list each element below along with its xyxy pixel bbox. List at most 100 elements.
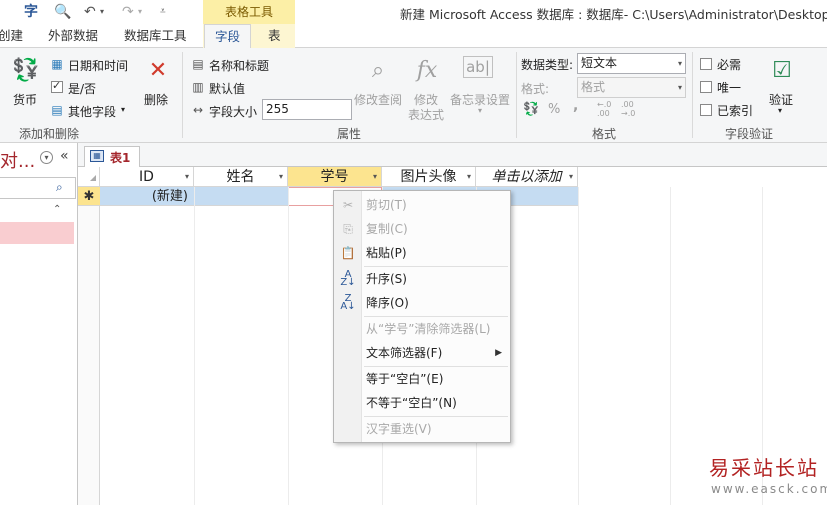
nav-search-input[interactable]: ⌕ — [0, 177, 76, 199]
delete-button[interactable]: 删除 — [144, 91, 168, 108]
indexed-checkbox[interactable] — [700, 104, 712, 116]
search-icon[interactable]: ⌕ — [56, 180, 63, 195]
format-select[interactable]: 格式 ▾ — [577, 77, 686, 98]
column-header-id[interactable]: ID ▾ — [100, 167, 194, 187]
menu-item-label: 降序(O) — [366, 296, 409, 310]
field-size-icon: ↔ — [192, 103, 204, 117]
column-header-name[interactable]: 姓名 ▾ — [194, 167, 288, 187]
group-label-add-delete: 添加和删除 — [19, 127, 80, 141]
chevron-down-icon[interactable]: ▾ — [569, 167, 573, 187]
column-header-student-no[interactable]: 学号 ▾ — [288, 167, 382, 187]
menu-separator — [364, 266, 508, 267]
field-size-label: 字段大小 — [209, 105, 258, 119]
increase-decimals-icon[interactable]: ←.0.00 — [597, 100, 611, 118]
more-fields-icon: ▤ — [51, 103, 63, 117]
modify-lookups-button[interactable]: 修改查阅 — [354, 91, 402, 108]
sort-ascending-icon: A Z↓ — [340, 269, 356, 288]
validation-dropdown-icon[interactable]: ▾ — [778, 106, 782, 115]
modify-expression-line2[interactable]: 表达式 — [408, 106, 444, 123]
menu-item-label: 等于“空白”(E) — [366, 372, 444, 386]
undo-dropdown-icon[interactable]: ▾ — [100, 2, 104, 22]
customize-qat-icon[interactable]: ⩡ — [160, 2, 166, 22]
navigation-pane: 对... ▾ « ⌕ ⌃ — [0, 143, 78, 505]
print-preview-icon[interactable]: 🔍 — [54, 2, 71, 22]
chevron-down-icon[interactable]: ▾ — [185, 167, 189, 187]
yesno-icon — [51, 79, 63, 93]
column-header-add[interactable]: 单击以添加 ▾ — [476, 167, 578, 187]
watermark-title: 易采站长站 — [709, 456, 819, 480]
data-type-value: 短文本 — [581, 56, 618, 70]
collapse-pane-icon[interactable]: « — [60, 148, 69, 164]
field-size-input[interactable]: 255 — [262, 99, 352, 120]
redo-dropdown-icon[interactable]: ▾ — [138, 2, 142, 22]
window-title: 新建 Microsoft Access 数据库 : 数据库- C:\Users\… — [400, 7, 827, 22]
menu-item-equals-blank[interactable]: 等于“空白”(E) — [334, 368, 510, 390]
menu-item-sort-ascending[interactable]: A Z↓ 升序(S) — [334, 268, 510, 290]
spelling-icon[interactable]: 字 — [24, 2, 38, 22]
menu-item-not-equals-blank[interactable]: 不等于“空白”(N) — [334, 392, 510, 414]
data-type-label: 数据类型: — [521, 58, 574, 72]
group-label-formatting: 格式 — [592, 127, 617, 141]
nav-pane-title[interactable]: 对... — [0, 147, 35, 173]
tab-fields[interactable]: 字段 — [204, 24, 252, 49]
menu-item-label: 文本筛选器(F) — [366, 346, 443, 360]
comma-button[interactable]: , — [573, 98, 578, 114]
undo-icon[interactable]: ↶ — [84, 2, 96, 22]
menu-item-copy[interactable]: ⎘ 复制(C) — [334, 218, 510, 240]
select-all-corner[interactable] — [78, 167, 100, 187]
yesno-button[interactable]: 是/否 — [68, 80, 96, 97]
tab-external-data[interactable]: 外部数据 — [48, 24, 98, 48]
grid-line — [194, 187, 195, 505]
datetime-button[interactable]: 日期和时间 — [68, 57, 128, 74]
chevron-down-icon[interactable]: ▾ — [40, 151, 53, 164]
column-header-avatar[interactable]: 图片头像 ▾ — [382, 167, 476, 187]
unique-checkbox[interactable] — [700, 81, 712, 93]
new-record-selector[interactable]: ✱ — [78, 187, 100, 206]
menu-item-paste[interactable]: 📋 粘贴(P) — [334, 242, 510, 264]
menu-item-clear-filter[interactable]: 从“学号”清除筛选器(L) — [334, 318, 510, 340]
menu-item-cut[interactable]: ✂ 剪切(T) — [334, 194, 510, 216]
tab-table[interactable]: 表 — [268, 24, 281, 48]
title-bar: 字 🔍 ↶ ▾ ↷ ▾ ⩡ 表格工具 新建 Microsoft Access 数… — [0, 0, 827, 24]
chevron-down-icon[interactable]: ▾ — [373, 167, 377, 187]
submenu-arrow-icon: ▶ — [495, 348, 502, 358]
menu-item-text-filters[interactable]: 文本筛选器(F) ▶ — [334, 342, 510, 364]
decrease-decimals-icon[interactable]: .00 →.0 — [621, 100, 635, 118]
ribbon-tabs: 创建 外部数据 数据库工具 字段 表 — [0, 24, 827, 49]
tab-database-tools[interactable]: 数据库工具 — [124, 24, 187, 48]
more-fields-button[interactable]: 其他字段 — [68, 103, 116, 120]
name-caption-button[interactable]: 名称和标题 — [209, 57, 269, 74]
required-checkbox[interactable] — [700, 58, 712, 70]
indexed-label: 已索引 — [717, 104, 754, 118]
more-fields-dropdown-icon[interactable]: ▾ — [121, 105, 125, 114]
scissors-icon: ✂ — [342, 198, 354, 212]
menu-item-label: 升序(S) — [366, 272, 407, 286]
corner-triangle-icon — [90, 175, 96, 181]
chevron-up-icon[interactable]: ⌃ — [53, 204, 61, 215]
chevron-down-icon[interactable]: ▾ — [467, 167, 471, 187]
contextual-tab-group-label: 表格工具 — [203, 0, 295, 24]
currency-button[interactable]: 货币 — [13, 91, 37, 108]
calendar-icon: ▦ — [51, 57, 63, 71]
name-caption-icon: ▤ — [192, 57, 204, 71]
data-type-select[interactable]: 短文本 ▾ — [577, 53, 686, 74]
menu-item-hanzi-reconversion[interactable]: 汉字重选(V) — [334, 418, 510, 440]
percent-button[interactable]: % — [548, 102, 560, 117]
currency-format-icon[interactable]: 💱 — [523, 102, 539, 117]
memo-settings-dropdown-icon[interactable]: ▾ — [478, 106, 482, 115]
context-menu: ✂ 剪切(T) ⎘ 复制(C) 📋 粘贴(P) A Z↓ 升序(S) Z A↓ 降序… — [333, 190, 511, 443]
group-separator — [182, 52, 183, 138]
grid-line — [288, 187, 289, 505]
chevron-down-icon[interactable]: ▾ — [279, 167, 283, 187]
copy-icon: ⎘ — [343, 222, 353, 236]
redo-icon[interactable]: ↷ — [122, 2, 134, 22]
column-header-label: 图片头像 — [400, 169, 457, 185]
menu-item-sort-descending[interactable]: Z A↓ 降序(O) — [334, 292, 510, 314]
default-value-button[interactable]: 默认值 — [209, 80, 245, 97]
required-label: 必需 — [717, 58, 742, 72]
group-separator — [692, 52, 693, 138]
tab-create[interactable]: 创建 — [0, 24, 23, 48]
nav-selected-item[interactable] — [0, 222, 74, 244]
tab-table1[interactable]: ▦ 表1 — [84, 146, 140, 168]
new-record-id-cell[interactable]: (新建) — [100, 187, 194, 206]
